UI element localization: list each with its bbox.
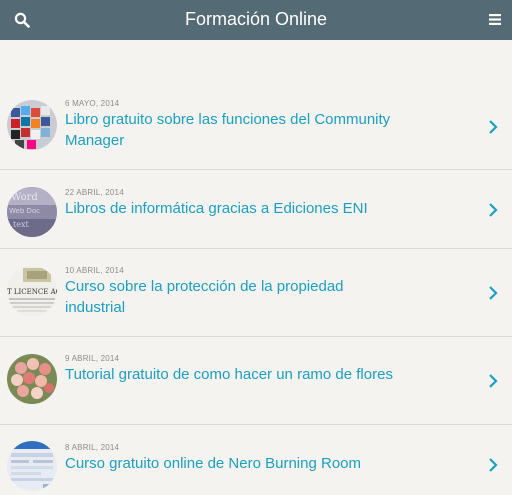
chevron-right-icon[interactable] — [488, 202, 498, 218]
chevron-right-icon[interactable] — [488, 285, 498, 301]
post-thumbnail: Word Web Doc text — [7, 187, 57, 237]
svg-text:text: text — [13, 220, 29, 229]
chevron-right-icon[interactable] — [488, 457, 498, 473]
app-title: Formación Online — [184, 9, 328, 29]
post-title-link[interactable]: Libro gratuito sobre las funciones del C… — [65, 109, 395, 151]
chevron-right-icon[interactable] — [488, 119, 498, 135]
post-thumbnail: T LICENCE AGRE — [7, 266, 57, 316]
post-date: 22 ABRIL, 2014 — [65, 188, 124, 197]
post-thumbnail — [7, 441, 57, 491]
chevron-right-icon[interactable] — [488, 373, 498, 389]
list-item[interactable]: T LICENCE AGRE 10 ABRIL, 2014 Curso sobr… — [0, 249, 512, 337]
post-date: 10 ABRIL, 2014 — [65, 266, 124, 275]
post-date: 8 ABRIL, 2014 — [65, 443, 120, 452]
post-date: 6 MAYO, 2014 — [65, 99, 120, 108]
list-item[interactable]: Word Web Doc text 22 ABRIL, 2014 Libros … — [0, 170, 512, 249]
svg-text:Web Doc: Web Doc — [9, 207, 40, 215]
svg-text:T LICENCE AGRE: T LICENCE AGRE — [7, 288, 57, 296]
list-item[interactable]: 6 MAYO, 2014 Libro gratuito sobre las fu… — [0, 82, 512, 170]
list-item[interactable]: 8 ABRIL, 2014 Curso gratuito online de N… — [0, 425, 512, 495]
post-title-link[interactable]: Tutorial gratuito de como hacer un ramo … — [65, 364, 395, 385]
list-item[interactable]: 9 ABRIL, 2014 Tutorial gratuito de como … — [0, 337, 512, 425]
hamburger-menu-icon[interactable] — [489, 14, 501, 25]
post-list: 6 MAYO, 2014 Libro gratuito sobre las fu… — [0, 82, 512, 495]
post-thumbnail — [7, 100, 57, 150]
post-date: 9 ABRIL, 2014 — [65, 354, 120, 363]
post-title-link[interactable]: Libros de informática gracias a Edicione… — [65, 198, 395, 219]
post-thumbnail — [7, 354, 57, 404]
post-title-link[interactable]: Curso gratuito online de Nero Burning Ro… — [65, 453, 395, 474]
app-header: Formación Online — [0, 0, 512, 40]
svg-text:Word: Word — [11, 192, 38, 203]
post-title-link[interactable]: Curso sobre la protección de la propieda… — [65, 276, 395, 318]
